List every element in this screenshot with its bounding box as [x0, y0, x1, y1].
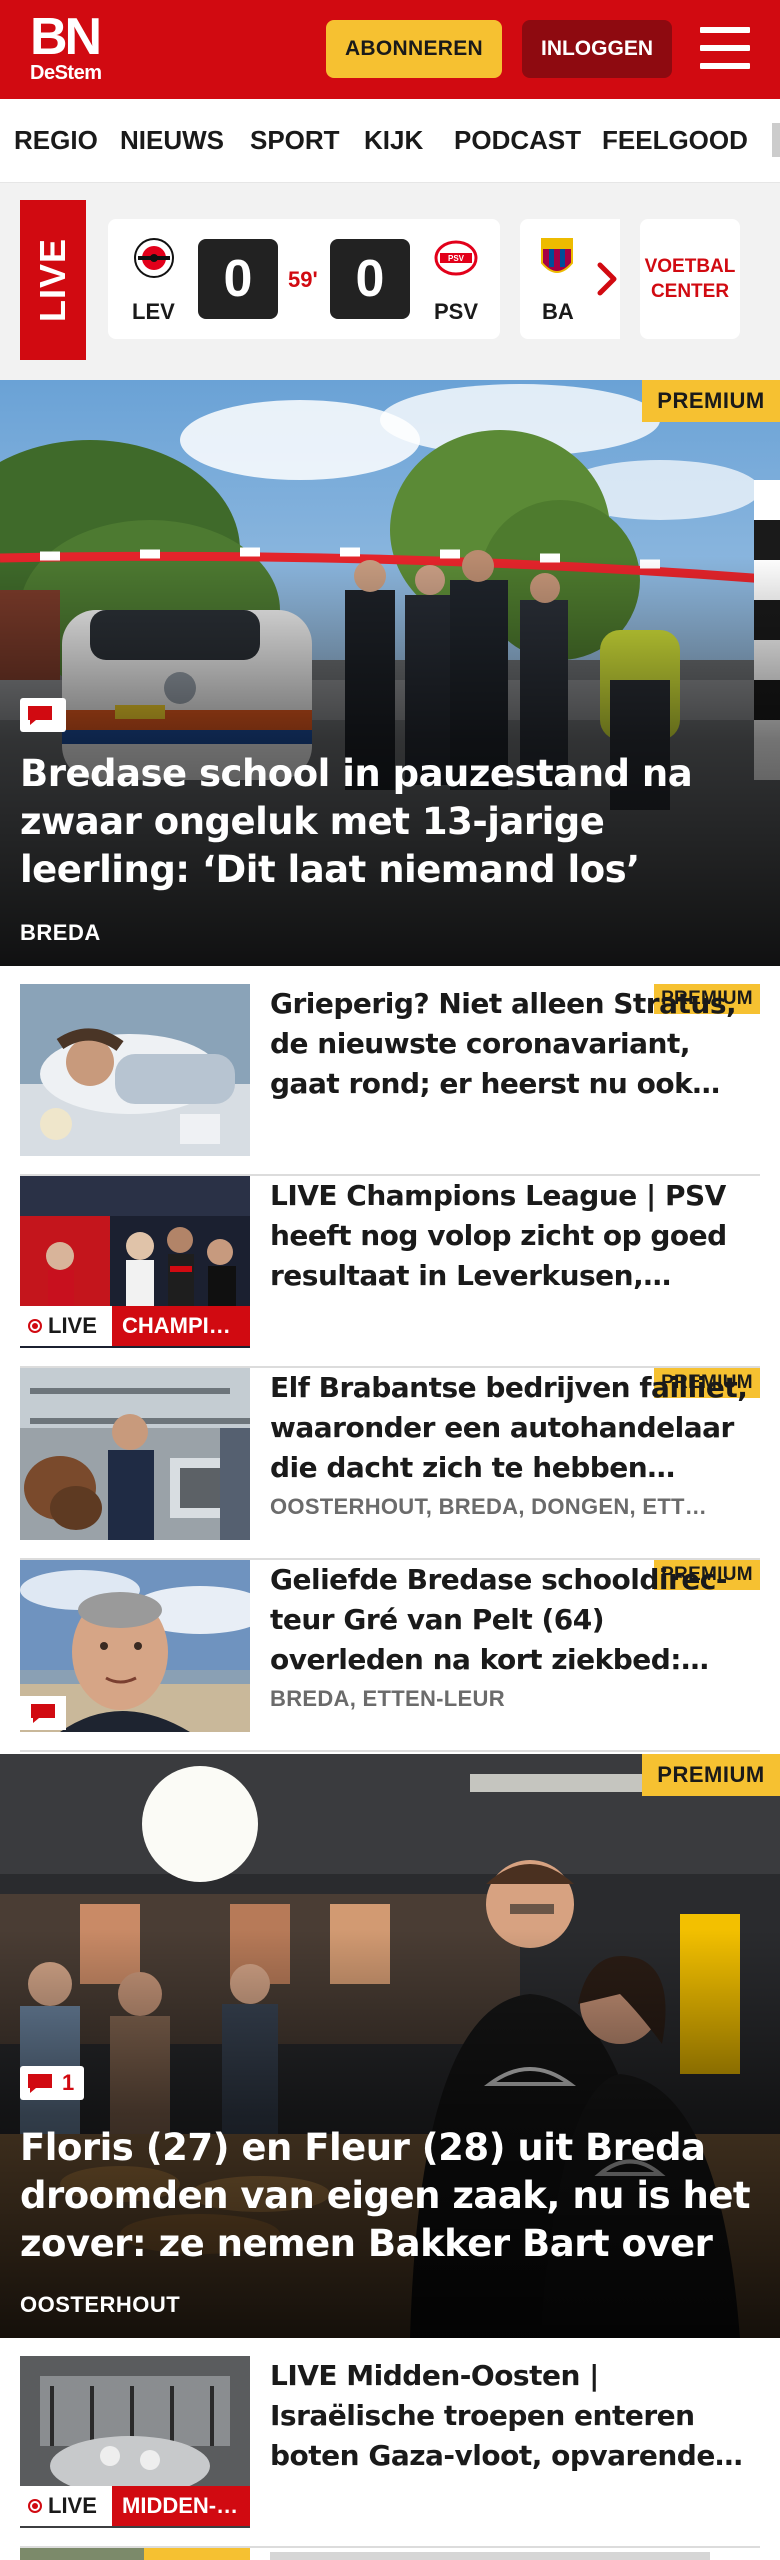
home-team-abbr: LEV: [132, 299, 175, 324]
premium-badge: PREMIUM: [642, 380, 780, 422]
article-item[interactable]: LIVE Champions League | PSV heeft nog vo…: [20, 1176, 760, 1368]
nav-item-kijk[interactable]: KIJK: [364, 99, 423, 181]
hero-location: OOSTERHOUT: [20, 2292, 181, 2317]
article-title[interactable]: LIVE Midden-Oosten | Israëlische troepen…: [270, 2356, 760, 2476]
premium-badge-partial: [144, 2548, 250, 2560]
logo-text: BN: [30, 8, 102, 66]
comment-icon: [28, 706, 52, 725]
barcelona-logo-icon: [541, 238, 573, 273]
nav-item-sport[interactable]: SPORT: [250, 99, 340, 181]
comment-badge[interactable]: [20, 698, 66, 732]
live-strip: LIVE CHAMPI…: [20, 1306, 250, 1346]
article-title[interactable]: Elf Brabantse bedrijven failliet, waaron…: [270, 1368, 760, 1488]
live-indicator: LIVE: [20, 1306, 112, 1346]
article-location: BREDA, ETTEN-LEUR: [270, 1686, 505, 1711]
live-category: CHAMPI…: [112, 1306, 250, 1346]
hero-article-2[interactable]: PREMIUM 1 Floris (27) en Fleur (28) uit …: [0, 1754, 780, 2338]
live-indicator: LIVE: [20, 2486, 112, 2526]
article-thumbnail-partial: [20, 2548, 250, 2560]
football-center-link[interactable]: VOETBAL CENTER: [640, 219, 740, 339]
live-strip: LIVE MIDDEN-…: [20, 2486, 250, 2526]
comment-badge[interactable]: 1: [20, 2066, 84, 2100]
comment-icon: [28, 2074, 52, 2093]
away-score: 0: [330, 239, 410, 319]
hero-article-1[interactable]: PREMIUM Bredase school in pauzestand na …: [0, 380, 780, 966]
live-dot-icon: [28, 1319, 42, 1333]
hamburger-icon[interactable]: [700, 25, 752, 73]
hero-location: BREDA: [20, 920, 101, 945]
match-minute: 59': [288, 267, 318, 292]
article-item[interactable]: LIVE Midden-Oosten | Israëlische troepen…: [20, 2356, 760, 2548]
comment-count: 1: [62, 2070, 75, 2095]
site-header: BN DeStem ABONNEREN INLOGGEN: [0, 0, 780, 99]
comment-badge[interactable]: [20, 1696, 66, 1730]
comment-icon: [31, 1704, 55, 1723]
home-score: 0: [198, 239, 278, 319]
svg-text:PSV: PSV: [448, 254, 465, 263]
football-center-label-1: VOETBAL: [644, 256, 736, 277]
psv-logo-icon: PSV: [434, 240, 478, 276]
live-category: MIDDEN-…: [112, 2486, 250, 2526]
nav-overflow-hint: [772, 123, 780, 157]
article-item[interactable]: PREMIUM Geliefde Bredase schooldirec­teu…: [20, 1560, 760, 1752]
football-center-label-2: CENTER: [650, 281, 730, 302]
article-title[interactable]: Grieperig? Niet alleen Stratus, de nieuw…: [270, 984, 760, 1104]
article-thumbnail: [20, 1368, 250, 1540]
away-team-abbr: PSV: [434, 299, 479, 324]
live-scores-bar: LIVE LEV 0 59' 0 PSV PSV BA VOETBAL CENT…: [0, 183, 780, 380]
article-title[interactable]: Geliefde Bredase schooldirec­teur Gré va…: [270, 1560, 760, 1680]
article-item[interactable]: PREMIUM Elf Brabantse bedrijven failliet…: [20, 1368, 760, 1560]
live-dot-icon: [28, 2499, 42, 2513]
next-team-abbr: BA: [542, 299, 574, 324]
live-tag: LIVE: [20, 200, 86, 360]
premium-badge: PREMIUM: [642, 1754, 780, 1796]
subscribe-button[interactable]: ABONNEREN: [326, 20, 502, 78]
hero-title[interactable]: Bredase school in pauzestand na zwaar on…: [20, 750, 760, 894]
nav-item-nieuws[interactable]: NIEUWS: [120, 99, 224, 181]
chevron-right-icon[interactable]: [588, 259, 628, 299]
login-button[interactable]: INLOGGEN: [522, 20, 672, 78]
hero-title[interactable]: Floris (27) en Fleur (28) uit Breda droo…: [20, 2124, 760, 2268]
article-title[interactable]: LIVE Champions League | PSV heeft nog vo…: [270, 1176, 760, 1296]
article-title-partial: [270, 2552, 710, 2560]
article-thumbnail: [20, 984, 250, 1156]
nav-item-regio[interactable]: REGIO: [14, 99, 98, 181]
site-logo[interactable]: BN DeStem: [30, 8, 130, 88]
article-item[interactable]: PREMIUM Grieperig? Niet alleen Stratus, …: [20, 984, 760, 1176]
main-nav: REGIO NIEUWS SPORT KIJK PODCAST FEELGOOD: [0, 99, 780, 183]
match-card[interactable]: LEV 0 59' 0 PSV PSV: [108, 219, 500, 339]
leverkusen-logo-icon: [134, 238, 174, 278]
article-location: OOSTERHOUT, BREDA, DONGEN, ETT…: [270, 1494, 708, 1519]
logo-subtext: DeStem: [30, 62, 102, 84]
nav-item-feelgood[interactable]: FEELGOOD: [602, 99, 748, 181]
nav-item-podcast[interactable]: PODCAST: [454, 99, 581, 181]
